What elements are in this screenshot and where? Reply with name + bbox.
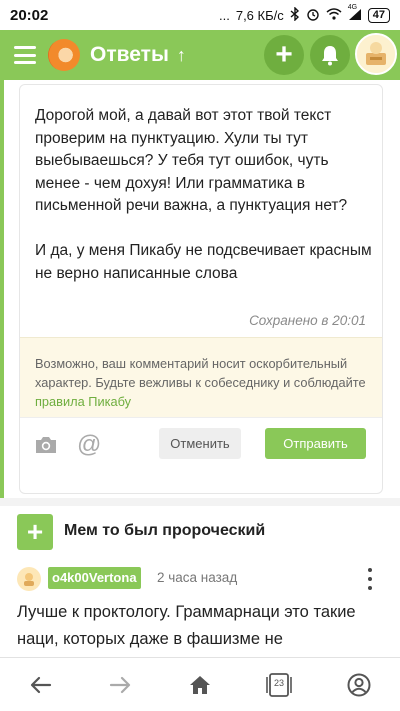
tabs-icon[interactable]: 23 bbox=[264, 670, 294, 700]
network-type: 4G bbox=[347, 3, 358, 11]
app-header: Ответы ↑ + bbox=[0, 30, 400, 80]
rate-post-plus-button[interactable]: + bbox=[17, 514, 53, 550]
comment-avatar[interactable] bbox=[17, 567, 41, 591]
tabs-count: 23 bbox=[273, 678, 284, 688]
menu-icon[interactable] bbox=[14, 46, 36, 64]
comment-textarea[interactable]: Дорогой мой, а давай вот этот твой текст… bbox=[35, 105, 375, 285]
rules-link[interactable]: правила Пикабу bbox=[35, 394, 131, 409]
status-dots: ... bbox=[219, 7, 230, 23]
mention-icon[interactable]: @ bbox=[77, 431, 101, 459]
send-button[interactable]: Отправить bbox=[265, 428, 366, 459]
notifications-button[interactable] bbox=[310, 35, 350, 75]
bluetooth-icon bbox=[290, 5, 300, 24]
wifi-icon bbox=[326, 7, 342, 23]
status-bar: 20:02 ... 7,6 КБ/с 4G 47 bbox=[0, 0, 400, 30]
status-icons: ... 7,6 КБ/с 4G 47 bbox=[219, 4, 390, 24]
bottom-nav: 23 bbox=[0, 657, 400, 711]
comment-text: Лучше к проктологу. Граммарнаци это таки… bbox=[17, 603, 356, 648]
home-icon[interactable] bbox=[185, 670, 215, 700]
comment-editor: Дорогой мой, а давай вот этот твой текст… bbox=[19, 84, 383, 494]
warning-text: Возможно, ваш комментарий носит оскорбит… bbox=[35, 356, 366, 390]
profile-icon[interactable] bbox=[344, 670, 374, 700]
offensive-warning: Возможно, ваш комментарий носит оскорбит… bbox=[20, 337, 382, 417]
network-speed: 7,6 КБ/с bbox=[235, 7, 284, 23]
page-title: Ответы bbox=[90, 43, 169, 66]
alarm-icon bbox=[306, 7, 320, 24]
comment-time: 2 часа назад bbox=[157, 570, 238, 585]
user-avatar[interactable] bbox=[355, 33, 397, 75]
post-title[interactable]: Мем то был пророческий bbox=[64, 522, 265, 540]
bell-icon bbox=[322, 46, 338, 66]
back-icon[interactable] bbox=[26, 670, 56, 700]
more-options-icon[interactable] bbox=[366, 568, 374, 590]
cancel-button[interactable]: Отменить bbox=[159, 428, 241, 459]
add-post-button[interactable]: + bbox=[264, 35, 304, 75]
forward-icon[interactable] bbox=[105, 670, 135, 700]
pikabu-logo[interactable] bbox=[48, 39, 80, 71]
battery-icon: 47 bbox=[367, 7, 390, 23]
arrow-up-icon[interactable]: ↑ bbox=[177, 45, 186, 66]
signal-icon: 4G bbox=[348, 4, 362, 23]
comment-username[interactable]: o4k00Vertona bbox=[48, 567, 141, 589]
reply-thread-line bbox=[0, 80, 4, 500]
editor-toolbar: @ Отменить Отправить bbox=[20, 417, 382, 493]
draft-saved-label: Сохранено в 20:01 bbox=[249, 313, 366, 328]
status-time: 20:02 bbox=[10, 6, 49, 24]
camera-icon[interactable] bbox=[34, 434, 58, 458]
section-divider bbox=[0, 498, 400, 506]
